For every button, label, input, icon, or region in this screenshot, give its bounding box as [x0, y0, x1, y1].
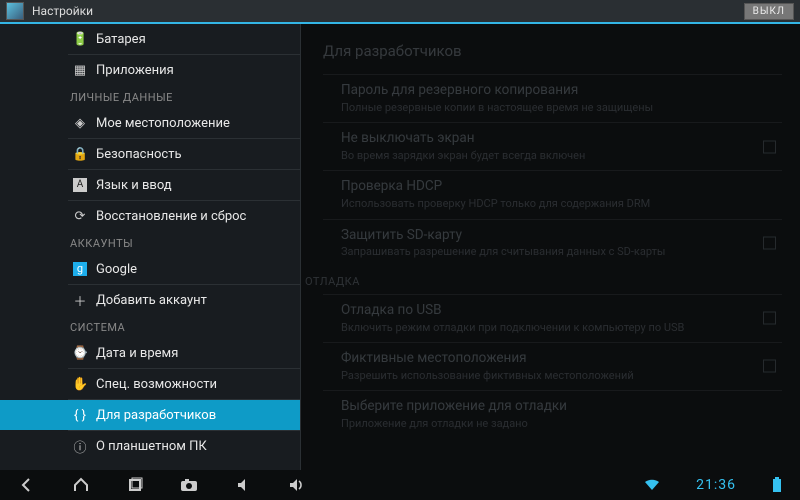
plus-icon: ＋ [72, 291, 88, 310]
sidebar-item-label: Восстановление и сброс [70, 209, 246, 224]
home-icon[interactable] [72, 476, 90, 494]
pref-protect-sd[interactable]: Защитить SD-карту Запрашивать разрешение… [323, 219, 782, 267]
pref-summary: Включить режим отладки при подключении к… [341, 321, 711, 335]
sidebar-item-label: Добавить аккаунт [70, 293, 207, 308]
pref-summary: Запрашивать разрешение для считывания да… [341, 245, 711, 259]
pref-summary: Разрешить использование фиктивных местоп… [341, 369, 711, 383]
info-icon: ⓘ [72, 437, 88, 456]
sidebar-category-accounts: АККАУНТЫ [0, 231, 300, 254]
checkbox-icon[interactable] [763, 312, 776, 325]
screenshot-icon[interactable] [180, 476, 198, 494]
sidebar-item-about-tablet[interactable]: ⓘ О планшетном ПК [0, 431, 300, 461]
pref-summary: Приложение для отладки не задано [341, 417, 711, 431]
pref-hdcp-check[interactable]: Проверка HDCP Использовать проверку HDCP… [323, 170, 782, 218]
battery-icon: 🔋 [72, 32, 88, 47]
sidebar-item-location[interactable]: ◈ Мое местоположение [0, 108, 300, 138]
pref-mock-locations[interactable]: Фиктивные местоположения Разрешить испол… [323, 342, 782, 390]
location-icon: ◈ [72, 116, 88, 131]
checkbox-icon[interactable] [763, 360, 776, 373]
sidebar-item-security[interactable]: 🔒 Безопасность [0, 139, 300, 169]
title-bar: Настройки ВЫКЛ [0, 0, 800, 24]
sidebar-item-accessibility[interactable]: ✋ Спец. возможности [0, 369, 300, 399]
apps-icon: ▦ [72, 63, 88, 78]
sidebar-category-personal: ЛИЧНЫЕ ДАННЫЕ [0, 85, 300, 108]
sidebar-item-battery[interactable]: 🔋 Батарея [0, 24, 300, 54]
window-title: Настройки [32, 4, 736, 18]
settings-sidebar: 🔋 Батарея ▦ Приложения ЛИЧНЫЕ ДАННЫЕ ◈ М… [0, 24, 300, 470]
sidebar-item-label: Мое местоположение [70, 116, 230, 131]
back-icon[interactable] [18, 476, 36, 494]
sidebar-item-add-account[interactable]: ＋ Добавить аккаунт [0, 285, 300, 315]
sidebar-item-label: Спец. возможности [70, 377, 217, 392]
pref-title: Пароль для резервного копирования [341, 82, 782, 99]
checkbox-icon[interactable] [763, 237, 776, 250]
hand-icon: ✋ [72, 377, 88, 392]
sidebar-item-label: Для разработчиков [70, 408, 216, 423]
lock-icon: 🔒 [72, 147, 88, 162]
sidebar-item-label: О планшетном ПК [70, 439, 207, 454]
sidebar-item-backup-reset[interactable]: ⟳ Восстановление и сброс [0, 201, 300, 231]
pref-title: Фиктивные местоположения [341, 350, 782, 367]
pref-title: Выберите приложение для отладки [341, 398, 782, 415]
google-icon: g [73, 262, 87, 276]
pref-title: Проверка HDCP [341, 178, 782, 195]
pref-summary: Во время зарядки экран будет всегда вклю… [341, 149, 711, 163]
recent-apps-icon[interactable] [126, 476, 144, 494]
pref-summary: Использовать проверку HDCP только для со… [341, 197, 711, 211]
sidebar-item-developer-options[interactable]: { } Для разработчиков [0, 400, 300, 430]
pref-title: Защитить SD-карту [341, 227, 782, 244]
sidebar-item-apps[interactable]: ▦ Приложения [0, 55, 300, 85]
volume-down-icon[interactable] [234, 476, 252, 494]
sidebar-item-google[interactable]: g Google [0, 254, 300, 284]
wifi-icon [644, 479, 660, 491]
section-label-debug: ОТЛАДКА [305, 267, 782, 294]
settings-app-icon [6, 2, 24, 20]
pref-title: Не выключать экран [341, 130, 782, 147]
pref-select-debug-app[interactable]: Выберите приложение для отладки Приложен… [323, 390, 782, 438]
detail-pane: Для разработчиков Пароль для резервного … [300, 24, 800, 470]
pref-backup-password[interactable]: Пароль для резервного копирования Полные… [323, 74, 782, 122]
sidebar-item-language[interactable]: A Язык и ввод [0, 170, 300, 200]
pref-stay-awake[interactable]: Не выключать экран Во время зарядки экра… [323, 122, 782, 170]
battery-status-icon [772, 477, 782, 493]
braces-icon: { } [72, 408, 88, 423]
volume-up-icon[interactable] [288, 476, 306, 494]
status-clock[interactable]: 21:36 [696, 477, 736, 493]
pref-usb-debug[interactable]: Отладка по USB Включить режим отладки пр… [323, 294, 782, 342]
developer-toggle-off[interactable]: ВЫКЛ [744, 3, 794, 20]
system-navbar: 21:36 [0, 470, 800, 500]
pref-title: Отладка по USB [341, 302, 782, 319]
refresh-icon: ⟳ [72, 209, 88, 224]
detail-header: Для разработчиков [323, 36, 782, 74]
language-icon: A [73, 178, 87, 192]
clock-icon: ⌚ [72, 346, 88, 361]
sidebar-category-system: СИСТЕМА [0, 315, 300, 338]
checkbox-icon[interactable] [763, 140, 776, 153]
sidebar-item-datetime[interactable]: ⌚ Дата и время [0, 338, 300, 368]
pref-summary: Полные резервные копии в настоящее время… [341, 101, 711, 115]
